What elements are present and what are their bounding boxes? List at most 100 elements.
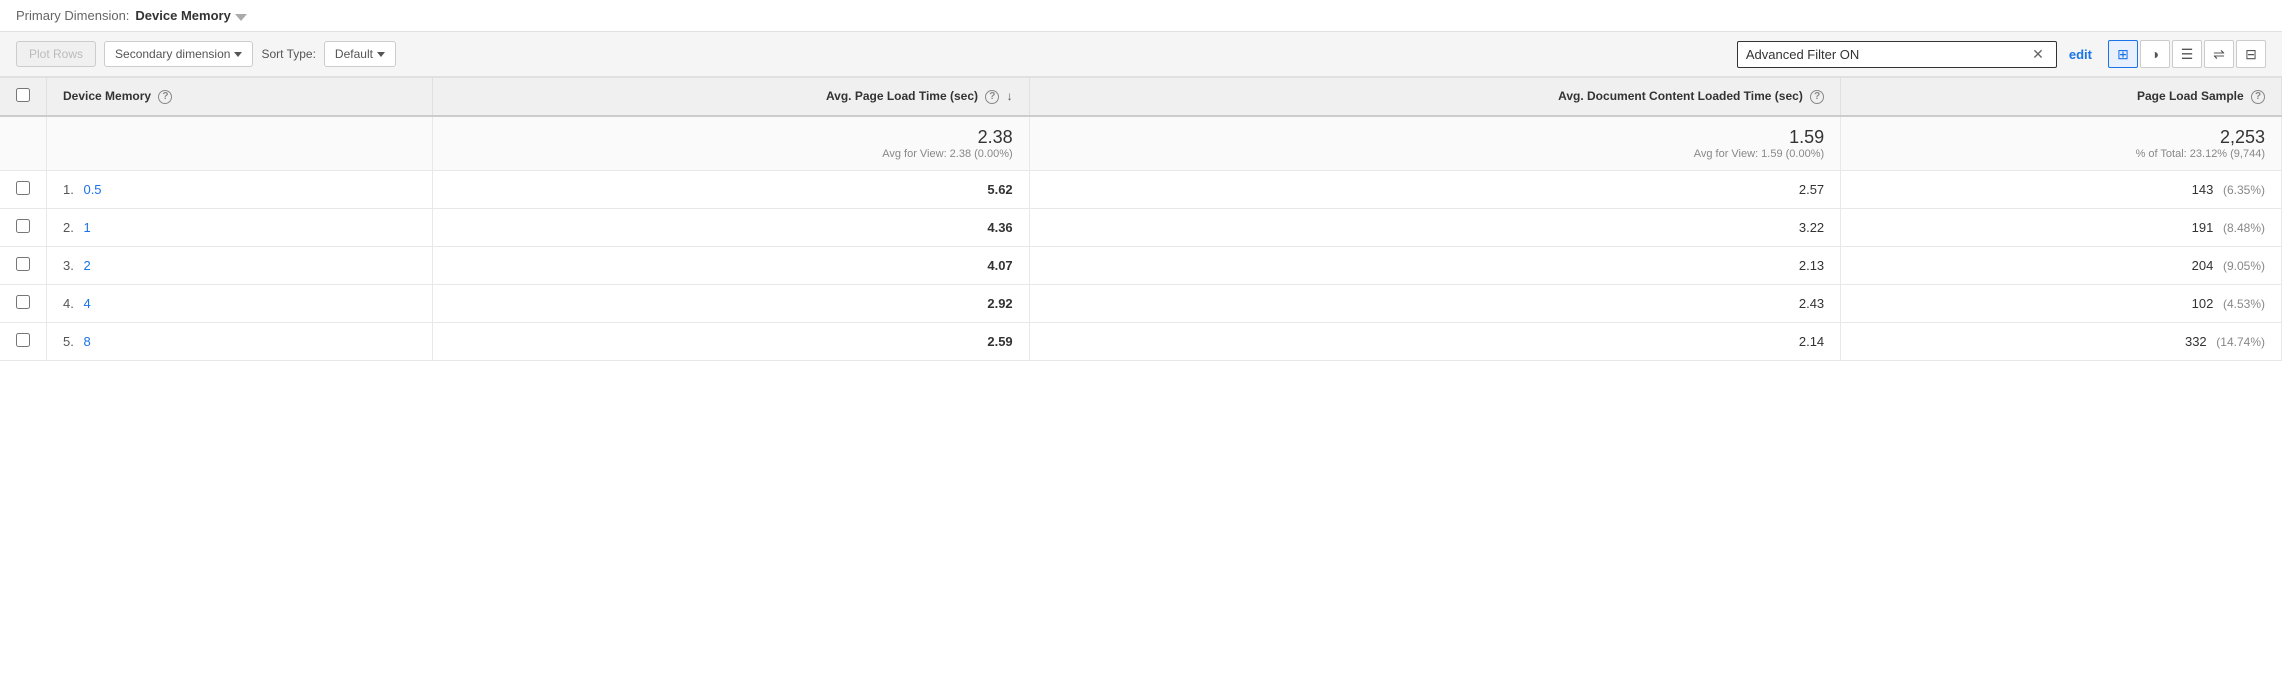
compare-view-button[interactable]: ⇌ xyxy=(2204,40,2234,68)
table-view-icon: ⊞ xyxy=(2117,46,2129,63)
row-rank: 5. xyxy=(63,334,74,349)
primary-dimension-value: Device Memory xyxy=(135,8,230,23)
row-checkbox-0[interactable] xyxy=(16,181,30,195)
summary-dimension-cell xyxy=(47,116,433,171)
col-header-avg-page-load: Avg. Page Load Time (sec) ? ↓ xyxy=(433,78,1029,116)
row-page-load-sample-cell: 332 (14.74%) xyxy=(1841,323,2282,361)
row-avg-doc-content-cell: 2.13 xyxy=(1029,247,1841,285)
table-view-button[interactable]: ⊞ xyxy=(2108,40,2138,68)
custom-view-icon: ⊟ xyxy=(2245,46,2257,63)
row-avg-page-load-value: 5.62 xyxy=(987,182,1012,197)
row-page-load-sample-value: 191 xyxy=(2192,220,2214,235)
summary-avg-page-load-cell: 2.38 Avg for View: 2.38 (0.00%) xyxy=(433,116,1029,171)
row-page-load-sample-pct: (6.35%) xyxy=(2223,183,2265,197)
sort-arrow-icon: ↓ xyxy=(1007,89,1013,103)
pie-view-button[interactable]: ◑ xyxy=(2140,40,2170,68)
row-avg-doc-content-value: 2.43 xyxy=(1799,296,1824,311)
plot-rows-button[interactable]: Plot Rows xyxy=(16,41,96,67)
row-page-load-sample-cell: 204 (9.05%) xyxy=(1841,247,2282,285)
list-view-icon: ☰ xyxy=(2181,46,2194,63)
row-checkbox-2[interactable] xyxy=(16,257,30,271)
summary-page-load-sample-sub: % of Total: 23.12% (9,744) xyxy=(1857,148,2265,160)
row-rank: 2. xyxy=(63,220,74,235)
row-dimension-link[interactable]: 4 xyxy=(83,296,90,311)
row-page-load-sample-pct: (8.48%) xyxy=(2223,221,2265,235)
row-rank: 3. xyxy=(63,258,74,273)
sort-type-dropdown[interactable]: Default xyxy=(324,41,396,67)
row-checkbox-cell xyxy=(0,285,47,323)
secondary-dimension-dropdown[interactable]: Secondary dimension xyxy=(104,41,253,67)
row-rank: 4. xyxy=(63,296,74,311)
row-dimension-link[interactable]: 2 xyxy=(83,258,90,273)
sort-type-label: Sort Type: xyxy=(261,47,315,61)
secondary-dimension-label: Secondary dimension xyxy=(115,47,230,61)
compare-view-icon: ⇌ xyxy=(2213,46,2225,63)
device-memory-help-icon[interactable]: ? xyxy=(158,90,172,104)
row-avg-doc-content-value: 2.13 xyxy=(1799,258,1824,273)
header-checkbox-cell xyxy=(0,78,47,116)
filter-close-button[interactable]: ✕ xyxy=(2028,46,2048,63)
row-rank: 1. xyxy=(63,182,74,197)
row-dimension-link[interactable]: 8 xyxy=(83,334,90,349)
primary-dimension-bar: Primary Dimension: Device Memory xyxy=(0,0,2282,32)
row-page-load-sample-pct: (9.05%) xyxy=(2223,259,2265,273)
row-dimension-cell: 2. 1 xyxy=(47,209,433,247)
row-dimension-link[interactable]: 0.5 xyxy=(83,182,101,197)
sort-type-value: Default xyxy=(335,47,373,61)
row-avg-doc-content-value: 2.57 xyxy=(1799,182,1824,197)
row-avg-doc-content-cell: 2.57 xyxy=(1029,171,1841,209)
table-header-row: Device Memory ? Avg. Page Load Time (sec… xyxy=(0,78,2282,116)
advanced-filter-box: Advanced Filter ON ✕ xyxy=(1737,41,2057,68)
filter-edit-link[interactable]: edit xyxy=(2069,47,2092,62)
page-load-sample-help-icon[interactable]: ? xyxy=(2251,90,2265,104)
row-checkbox-cell xyxy=(0,209,47,247)
row-page-load-sample-pct: (4.53%) xyxy=(2223,297,2265,311)
filter-text: Advanced Filter ON xyxy=(1746,47,2028,62)
row-checkbox-cell xyxy=(0,247,47,285)
row-avg-page-load-cell: 5.62 xyxy=(433,171,1029,209)
row-page-load-sample-value: 332 xyxy=(2185,334,2207,349)
dimension-indicator xyxy=(235,14,247,21)
avg-doc-content-help-icon[interactable]: ? xyxy=(1810,90,1824,104)
row-avg-doc-content-cell: 3.22 xyxy=(1029,209,1841,247)
summary-avg-doc-content-sub: Avg for View: 1.59 (0.00%) xyxy=(1046,148,1825,160)
row-checkbox-cell xyxy=(0,171,47,209)
table-row: 1. 0.5 5.62 2.57 143 (6.35%) xyxy=(0,171,2282,209)
row-dimension-link[interactable]: 1 xyxy=(83,220,90,235)
row-page-load-sample-pct: (14.74%) xyxy=(2216,335,2265,349)
row-avg-doc-content-cell: 2.43 xyxy=(1029,285,1841,323)
view-icons-group: ⊞ ◑ ☰ ⇌ ⊟ xyxy=(2108,40,2266,68)
row-avg-page-load-value: 2.59 xyxy=(987,334,1012,349)
row-avg-doc-content-cell: 2.14 xyxy=(1029,323,1841,361)
data-table: Device Memory ? Avg. Page Load Time (sec… xyxy=(0,78,2282,361)
row-page-load-sample-value: 204 xyxy=(2192,258,2214,273)
row-page-load-sample-value: 143 xyxy=(2192,182,2214,197)
custom-view-button[interactable]: ⊟ xyxy=(2236,40,2266,68)
row-avg-doc-content-value: 3.22 xyxy=(1799,220,1824,235)
row-checkbox-3[interactable] xyxy=(16,295,30,309)
table-row: 5. 8 2.59 2.14 332 (14.74%) xyxy=(0,323,2282,361)
row-page-load-sample-value: 102 xyxy=(2192,296,2214,311)
summary-row: 2.38 Avg for View: 2.38 (0.00%) 1.59 Avg… xyxy=(0,116,2282,171)
row-avg-page-load-cell: 4.36 xyxy=(433,209,1029,247)
row-page-load-sample-cell: 143 (6.35%) xyxy=(1841,171,2282,209)
row-checkbox-4[interactable] xyxy=(16,333,30,347)
summary-avg-page-load-value: 2.38 xyxy=(449,127,1012,148)
table-row: 3. 2 4.07 2.13 204 (9.05%) xyxy=(0,247,2282,285)
avg-page-load-help-icon[interactable]: ? xyxy=(985,90,999,104)
row-checkbox-cell xyxy=(0,323,47,361)
row-avg-page-load-value: 4.07 xyxy=(987,258,1012,273)
list-view-button[interactable]: ☰ xyxy=(2172,40,2202,68)
summary-page-load-sample-value: 2,253 xyxy=(1857,127,2265,148)
primary-dimension-label: Primary Dimension: xyxy=(16,8,129,23)
col-header-avg-doc-content: Avg. Document Content Loaded Time (sec) … xyxy=(1029,78,1841,116)
select-all-checkbox[interactable] xyxy=(16,88,30,102)
row-dimension-cell: 1. 0.5 xyxy=(47,171,433,209)
row-avg-page-load-cell: 2.92 xyxy=(433,285,1029,323)
table-row: 4. 4 2.92 2.43 102 (4.53%) xyxy=(0,285,2282,323)
col-header-page-load-sample: Page Load Sample ? xyxy=(1841,78,2282,116)
row-avg-doc-content-value: 2.14 xyxy=(1799,334,1824,349)
summary-avg-doc-content-value: 1.59 xyxy=(1046,127,1825,148)
col-header-device-memory: Device Memory ? xyxy=(47,78,433,116)
row-checkbox-1[interactable] xyxy=(16,219,30,233)
